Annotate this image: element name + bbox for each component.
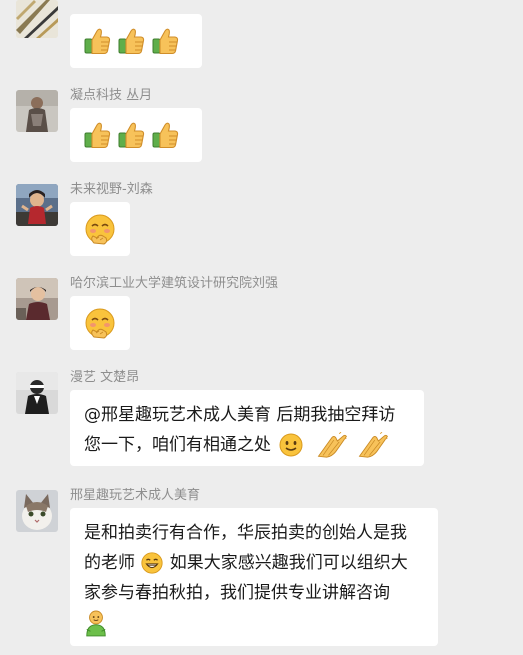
message-bubble[interactable]: 是和拍卖行有合作，华辰拍卖的创始人是我 的老师 如果大家感兴趣我们可以组织大 家… bbox=[70, 508, 438, 646]
grin-face-icon bbox=[140, 551, 164, 575]
message-text-line: 您一下，咱们有相通之处 bbox=[84, 430, 410, 460]
smile-face-icon bbox=[278, 432, 304, 458]
message-bubble[interactable] bbox=[70, 296, 130, 350]
message-text-line: 是和拍卖行有合作，华辰拍卖的创始人是我 bbox=[84, 523, 407, 543]
message-bubble[interactable] bbox=[70, 108, 202, 162]
message-text-line: @邢星趣玩艺术成人美育 后期我抽空拜访 bbox=[84, 405, 396, 425]
sender-name[interactable]: 未来视野-刘森 bbox=[70, 178, 153, 197]
message-text-line bbox=[84, 608, 424, 638]
sender-avatar[interactable] bbox=[16, 278, 58, 320]
thumbs-up-icon bbox=[116, 26, 146, 56]
thumbs-up-icon bbox=[150, 120, 180, 150]
sender-avatar[interactable] bbox=[16, 184, 58, 226]
sender-avatar[interactable] bbox=[16, 0, 58, 38]
shy-face-icon bbox=[83, 212, 117, 246]
thumbs-up-icon bbox=[150, 26, 180, 56]
sender-name[interactable]: 邢星趣玩艺术成人美育 bbox=[70, 484, 200, 503]
sender-name[interactable]: 哈尔滨工业大学建筑设计研究院刘强 bbox=[70, 272, 278, 291]
clap-icon bbox=[314, 432, 350, 459]
message-text-line: 的老师 如果大家感兴趣我们可以组织大 bbox=[84, 551, 408, 575]
thumbs-up-icon bbox=[82, 26, 112, 56]
thumbs-up-icon bbox=[116, 120, 146, 150]
message-bubble[interactable] bbox=[70, 202, 130, 256]
green-person-icon bbox=[84, 609, 108, 637]
sender-name[interactable]: 漫艺 文楚昂 bbox=[70, 366, 139, 385]
sender-avatar[interactable] bbox=[16, 90, 58, 132]
sender-avatar[interactable] bbox=[16, 372, 58, 414]
sender-avatar[interactable] bbox=[16, 490, 58, 532]
shy-face-icon bbox=[83, 306, 117, 340]
message-bubble[interactable] bbox=[70, 14, 202, 68]
clap-icon bbox=[355, 432, 391, 459]
message-bubble[interactable]: @邢星趣玩艺术成人美育 后期我抽空拜访 您一下，咱们有相通之处 bbox=[70, 390, 424, 466]
sender-name[interactable]: 凝点科技 丛月 bbox=[70, 84, 152, 103]
message-text-line: 家参与春拍秋拍，我们提供专业讲解咨询 bbox=[84, 583, 390, 603]
thumbs-up-icon bbox=[82, 120, 112, 150]
